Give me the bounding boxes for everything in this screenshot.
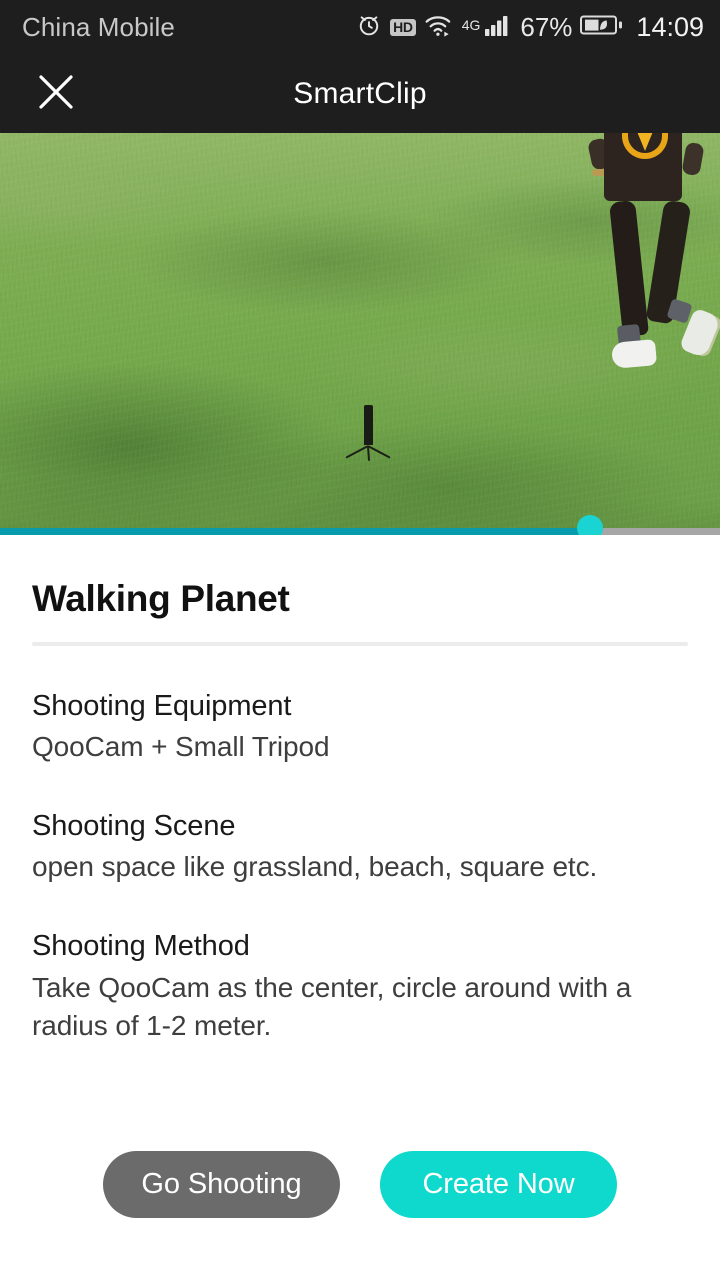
section-body: open space like grassland, beach, square… — [32, 851, 598, 883]
section-shooting-scene: Shooting Scene open space like grassland… — [32, 808, 688, 886]
person-leg-back — [609, 200, 649, 337]
app-header: SmartClip — [0, 55, 720, 133]
tripod-leg-right — [367, 445, 391, 459]
status-bar-icons: HD 4G 67% 14:09 — [356, 12, 704, 43]
network-generation-label: 4G — [461, 17, 481, 33]
camera-body — [364, 405, 373, 445]
section-body: Take QooCam as the center, circle around… — [32, 971, 632, 1041]
clip-details-panel: Walking Planet Shooting Equipment QooCam… — [0, 535, 720, 1280]
section-shooting-equipment: Shooting Equipment QooCam + Small Tripod — [32, 688, 688, 766]
walking-person — [560, 133, 720, 383]
camera-tripod — [345, 405, 397, 463]
section-body: QooCam + Small Tripod — [32, 730, 330, 762]
battery-icon — [580, 12, 624, 43]
title-divider — [32, 641, 688, 646]
clip-title: Walking Planet — [32, 578, 290, 619]
hd-icon: HD — [390, 19, 416, 36]
smartclip-screen: China Mobile HD 4G 67% 14:09 SmartClip W… — [0, 0, 720, 1280]
go-shooting-button[interactable]: Go Shooting — [103, 1151, 340, 1218]
wifi-icon — [424, 12, 454, 43]
section-heading: Shooting Scene — [32, 810, 236, 843]
section-heading: Shooting Method — [32, 930, 250, 963]
alarm-clock-icon — [356, 12, 382, 43]
status-bar: China Mobile HD 4G 67% 14:09 — [0, 0, 720, 55]
person-shoe-back — [610, 339, 658, 369]
battery-percent-label: 67% — [520, 12, 573, 42]
action-buttons: Go Shooting Create Now — [0, 1151, 720, 1218]
app-title: SmartClip — [293, 77, 427, 110]
seekbar-fill — [0, 528, 591, 535]
create-now-button[interactable]: Create Now — [380, 1151, 617, 1218]
section-shooting-method: Shooting Method Take QooCam as the cente… — [32, 928, 688, 1044]
clock-label: 14:09 — [636, 12, 704, 42]
section-heading: Shooting Equipment — [32, 689, 292, 722]
person-arm-right — [681, 141, 705, 177]
seekbar-track[interactable] — [0, 515, 720, 541]
video-preview[interactable] — [0, 133, 720, 535]
cellular-signal-icon — [485, 13, 511, 42]
tripod-leg-left — [345, 445, 369, 459]
carrier-label: China Mobile — [22, 12, 175, 42]
